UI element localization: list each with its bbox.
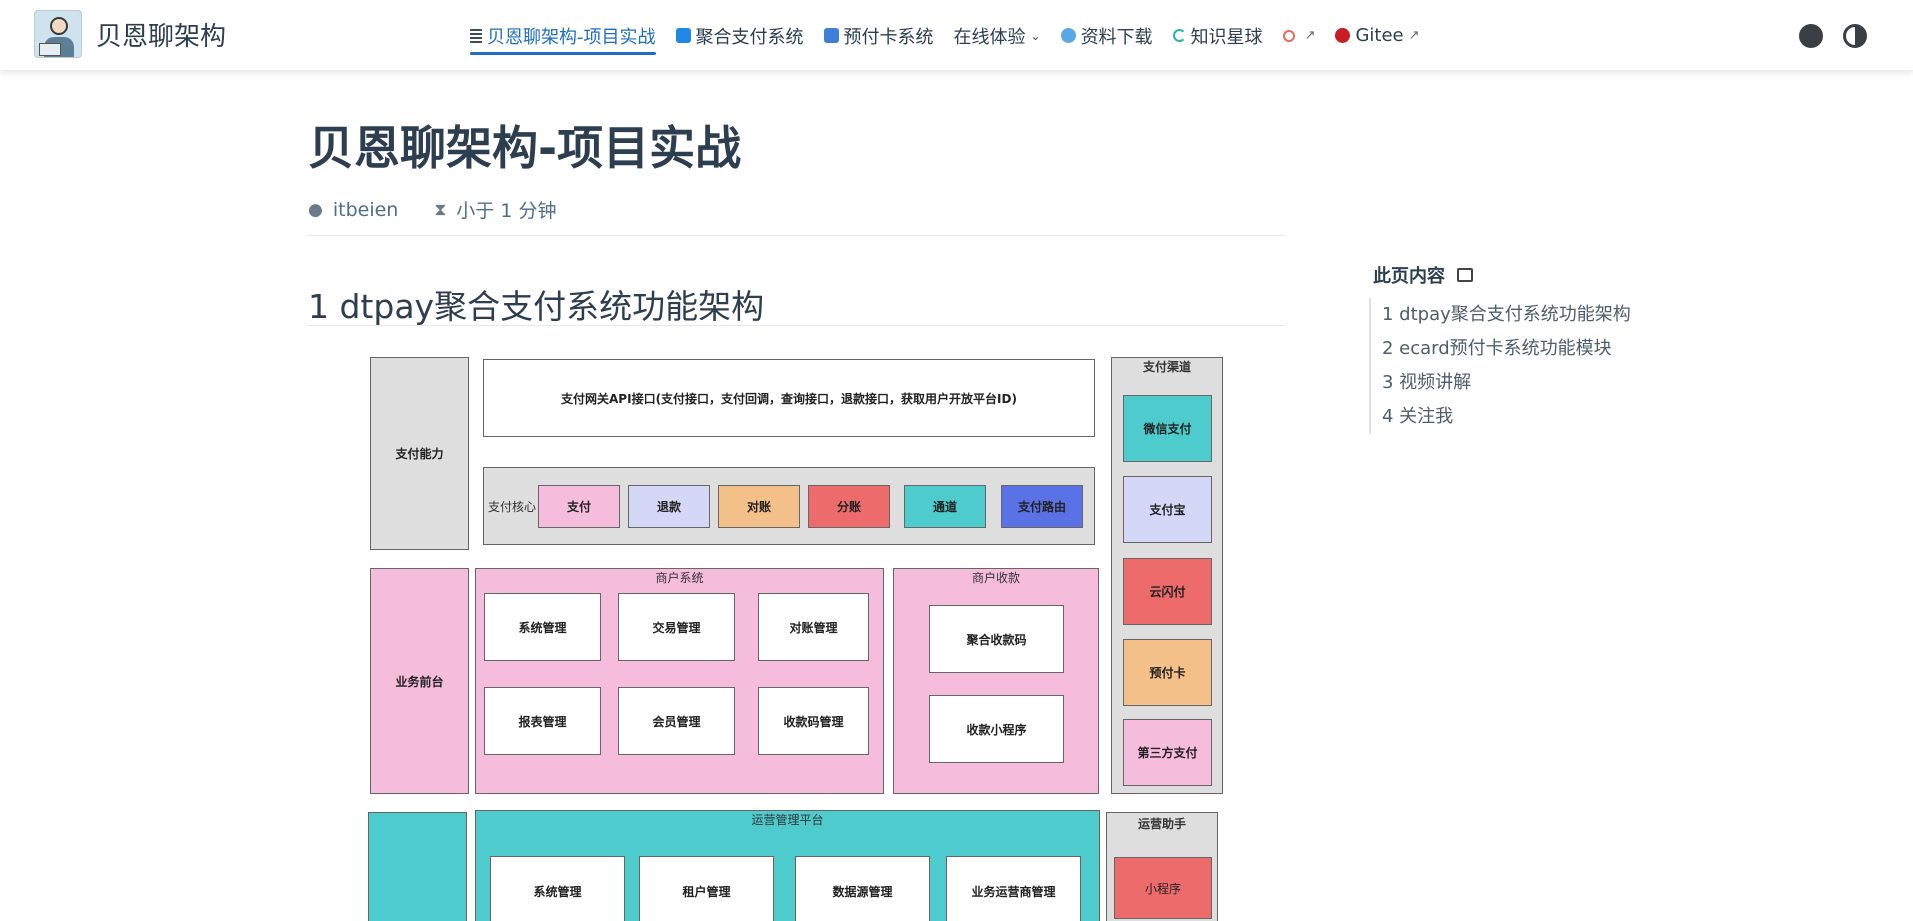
merchant-item: 收款码管理 xyxy=(758,687,869,755)
author-name[interactable]: itbeien xyxy=(333,199,399,221)
author-icon: ● xyxy=(308,199,323,220)
core-item: 分账 xyxy=(808,485,890,528)
github-icon[interactable] xyxy=(1799,24,1823,48)
ops-item: 系统管理 xyxy=(490,856,625,921)
toc-item[interactable]: 3 视频讲解 xyxy=(1382,366,1631,400)
nav-item-download[interactable]: 资料下载 xyxy=(1060,0,1153,71)
core-item: 支付 xyxy=(538,485,620,528)
nav-item-planet[interactable]: 知识星球 xyxy=(1172,0,1263,71)
toc-item[interactable]: 4 关注我 xyxy=(1382,400,1631,434)
chevron-down-icon: ⌄ xyxy=(1030,28,1041,43)
channel-item: 微信支付 xyxy=(1123,395,1212,462)
core-item: 支付路由 xyxy=(1001,485,1083,528)
channel-item: 云闪付 xyxy=(1123,558,1212,625)
document-list-icon xyxy=(470,28,482,43)
nav-item-project[interactable]: 贝恩聊架构-项目实战 xyxy=(470,0,656,71)
ops-assistant-title: 运营助手 xyxy=(1137,817,1186,831)
divider xyxy=(308,325,1284,326)
ops-platform-title: 运营管理平台 xyxy=(751,813,824,827)
ops-left-block xyxy=(368,812,467,921)
gitee-icon xyxy=(1335,28,1351,43)
nav-item-link[interactable]: ↗ xyxy=(1282,0,1316,71)
merchant-item: 交易管理 xyxy=(618,593,735,661)
core-item: 退款 xyxy=(628,485,710,528)
nav-item-payment[interactable]: 聚合支付系统 xyxy=(675,0,804,71)
nav-label: 资料下载 xyxy=(1080,26,1153,48)
business-front-block: 业务前台 xyxy=(370,568,469,794)
collect-item: 收款小程序 xyxy=(929,695,1064,763)
merchant-item: 对账管理 xyxy=(758,593,869,661)
toc-list: 1 dtpay聚合支付系统功能架构 2 ecard预付卡系统功能模块 3 视频讲… xyxy=(1369,298,1631,434)
architecture-diagram: 支付能力 支付网关API接口(支付接口，支付回调，查询接口，退款接口，获取用户开… xyxy=(360,350,1230,921)
ops-item: 租户管理 xyxy=(639,856,774,921)
merchant-item: 报表管理 xyxy=(484,687,601,755)
ops-item: 数据源管理 xyxy=(795,856,930,921)
article-meta: ● itbeien ⧗ 小于 1 分钟 xyxy=(308,196,556,223)
merchant-item: 会员管理 xyxy=(618,687,735,755)
channels-title: 支付渠道 xyxy=(1142,360,1191,374)
nav-label: 预付卡系统 xyxy=(843,26,934,48)
section-heading: 1 dtpay聚合支付系统功能架构 xyxy=(308,287,765,326)
brand-link[interactable]: 贝恩聊架构 xyxy=(34,10,226,58)
cloud-icon xyxy=(1060,28,1076,43)
merchant-collect-container: 商户收款 聚合收款码 收款小程序 xyxy=(893,568,1099,794)
toc-header: 此页内容 xyxy=(1373,262,1473,288)
nav-item-gitee[interactable]: Gitee ↗ xyxy=(1335,0,1420,71)
nav-label: 贝恩聊架构-项目实战 xyxy=(487,26,656,48)
channel-item: 第三方支付 xyxy=(1123,719,1212,786)
nav-label: 知识星球 xyxy=(1190,26,1263,48)
toc-item[interactable]: 2 ecard预付卡系统功能模块 xyxy=(1382,332,1631,366)
print-icon[interactable] xyxy=(1457,268,1473,282)
ops-assistant-container: 运营助手 小程序 xyxy=(1106,812,1218,921)
main-nav: 贝恩聊架构-项目实战 聚合支付系统 预付卡系统 在线体验 ⌄ 资料下载 知识星球… xyxy=(470,0,1440,71)
nav-label: Gitee xyxy=(1355,25,1404,46)
loading-ring-icon xyxy=(1172,29,1186,42)
external-link-icon: ↗ xyxy=(1304,28,1316,43)
channel-item: 支付宝 xyxy=(1123,476,1212,543)
core-label: 支付核心 xyxy=(488,500,537,514)
site-logo xyxy=(34,10,82,58)
merchant-system-title: 商户系统 xyxy=(655,571,704,585)
navbar: 贝恩聊架构 贝恩聊架构-项目实战 聚合支付系统 预付卡系统 在线体验 ⌄ 资料下… xyxy=(0,0,1913,71)
gateway-block: 支付网关API接口(支付接口，支付回调，查询接口，退款接口，获取用户开放平台ID… xyxy=(483,359,1095,437)
channels-container: 支付渠道 微信支付 支付宝 云闪付 预付卡 第三方支付 xyxy=(1111,357,1223,794)
nav-item-online[interactable]: 在线体验 ⌄ xyxy=(954,0,1041,71)
assistant-item: 小程序 xyxy=(1114,857,1212,919)
merchant-item: 系统管理 xyxy=(484,593,601,661)
collect-item: 聚合收款码 xyxy=(929,605,1064,673)
core-item: 通道 xyxy=(904,485,986,528)
nav-item-card[interactable]: 预付卡系统 xyxy=(823,0,934,71)
ops-item: 业务运营商管理 xyxy=(946,856,1081,921)
toc-item[interactable]: 1 dtpay聚合支付系统功能架构 xyxy=(1382,298,1631,332)
hourglass-icon: ⧗ xyxy=(434,199,447,220)
payment-icon xyxy=(675,28,691,43)
toc-title: 此页内容 xyxy=(1373,266,1445,287)
read-time: 小于 1 分钟 xyxy=(456,200,557,222)
theme-toggle-icon[interactable] xyxy=(1843,24,1867,48)
pay-capability-block: 支付能力 xyxy=(370,357,469,550)
brand-name: 贝恩聊架构 xyxy=(96,21,227,52)
pay-core-container: 支付核心 支付 退款 对账 分账 通道 支付路由 xyxy=(483,467,1095,545)
link-icon xyxy=(1282,29,1295,42)
ops-platform-container: 运营管理平台 系统管理 租户管理 数据源管理 业务运营商管理 xyxy=(475,810,1100,921)
nav-label: 在线体验 xyxy=(953,26,1026,48)
page-title: 贝恩聊架构-项目实战 xyxy=(308,121,742,175)
divider xyxy=(308,235,1284,236)
card-icon xyxy=(823,28,839,43)
nav-label: 聚合支付系统 xyxy=(695,26,804,48)
merchant-collect-title: 商户收款 xyxy=(971,571,1020,585)
merchant-system-container: 商户系统 系统管理 交易管理 对账管理 报表管理 会员管理 收款码管理 xyxy=(475,568,884,794)
channel-item: 预付卡 xyxy=(1123,639,1212,706)
external-link-icon: ↗ xyxy=(1408,28,1420,43)
core-item: 对账 xyxy=(718,485,800,528)
